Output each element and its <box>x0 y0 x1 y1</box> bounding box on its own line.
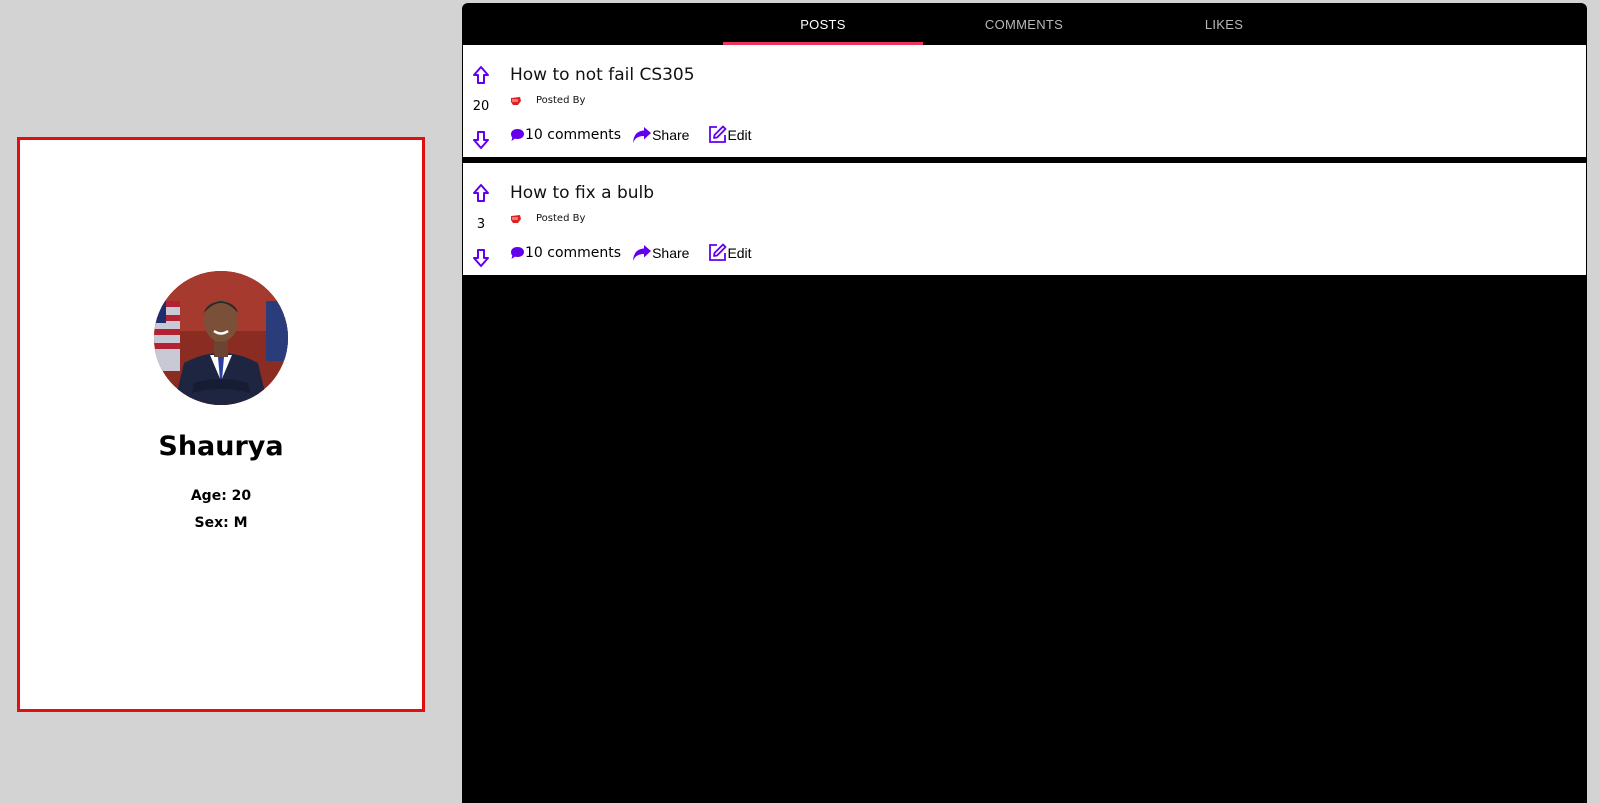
comments-button[interactable]: 10 comments <box>510 245 621 261</box>
share-label: Share <box>652 126 690 143</box>
edit-label: Edit <box>727 244 752 261</box>
share-button[interactable]: Share <box>632 244 689 262</box>
post-actions: 10 comments Share Edit <box>510 243 752 262</box>
posted-by: Posted By <box>510 95 585 106</box>
comment-icon <box>511 128 524 141</box>
arrow-up-icon[interactable] <box>471 183 491 203</box>
arrow-up-icon[interactable] <box>471 65 491 85</box>
edit-icon <box>709 125 727 143</box>
tab-likes[interactable]: LIKES <box>1124 3 1324 45</box>
posted-by-label: Posted By <box>536 95 586 106</box>
edit-button[interactable]: Edit <box>708 125 752 144</box>
tab-comments[interactable]: COMMENTS <box>924 3 1124 45</box>
comments-label: 10 comments <box>525 244 622 261</box>
tab-bar: POSTS COMMENTS LIKES <box>462 3 1587 45</box>
vote-column: 20 <box>463 45 499 157</box>
comments-button[interactable]: 10 comments <box>510 127 621 143</box>
post-title[interactable]: How to not fail CS305 <box>510 65 695 85</box>
edit-label: Edit <box>727 126 752 143</box>
tab-posts[interactable]: POSTS <box>723 3 923 45</box>
share-button[interactable]: Share <box>632 126 689 144</box>
edit-button[interactable]: Edit <box>708 243 752 262</box>
main-panel: POSTS COMMENTS LIKES 20 How to not fail … <box>462 3 1587 803</box>
post-actions: 10 comments Share Edit <box>510 125 752 144</box>
profile-card: Shaurya Age: 20 Sex: M <box>17 137 425 712</box>
vote-column: 3 <box>463 163 499 275</box>
posted-by: Posted By <box>510 213 585 224</box>
profile-age: Age: 20 <box>190 488 252 504</box>
comment-icon <box>511 246 524 259</box>
vote-count: 3 <box>476 217 486 232</box>
fist-icon <box>511 97 521 105</box>
avatar-image <box>154 271 288 405</box>
edit-icon <box>709 243 727 261</box>
arrow-down-icon[interactable] <box>471 248 491 268</box>
post-title[interactable]: How to fix a bulb <box>510 183 654 203</box>
avatar <box>154 271 288 405</box>
vote-count: 20 <box>472 99 490 114</box>
posted-by-label: Posted By <box>536 213 586 224</box>
share-label: Share <box>652 244 690 261</box>
share-icon <box>633 244 652 261</box>
fist-icon <box>511 215 521 223</box>
comments-label: 10 comments <box>525 126 622 143</box>
post-card: 20 How to not fail CS305 Posted By 10 co… <box>463 45 1586 157</box>
share-icon <box>633 126 652 143</box>
profile-sex: Sex: M <box>194 515 248 531</box>
arrow-down-icon[interactable] <box>471 130 491 150</box>
profile-name: Shaurya <box>158 431 284 462</box>
post-card: 3 How to fix a bulb Posted By 10 comment… <box>463 163 1586 275</box>
